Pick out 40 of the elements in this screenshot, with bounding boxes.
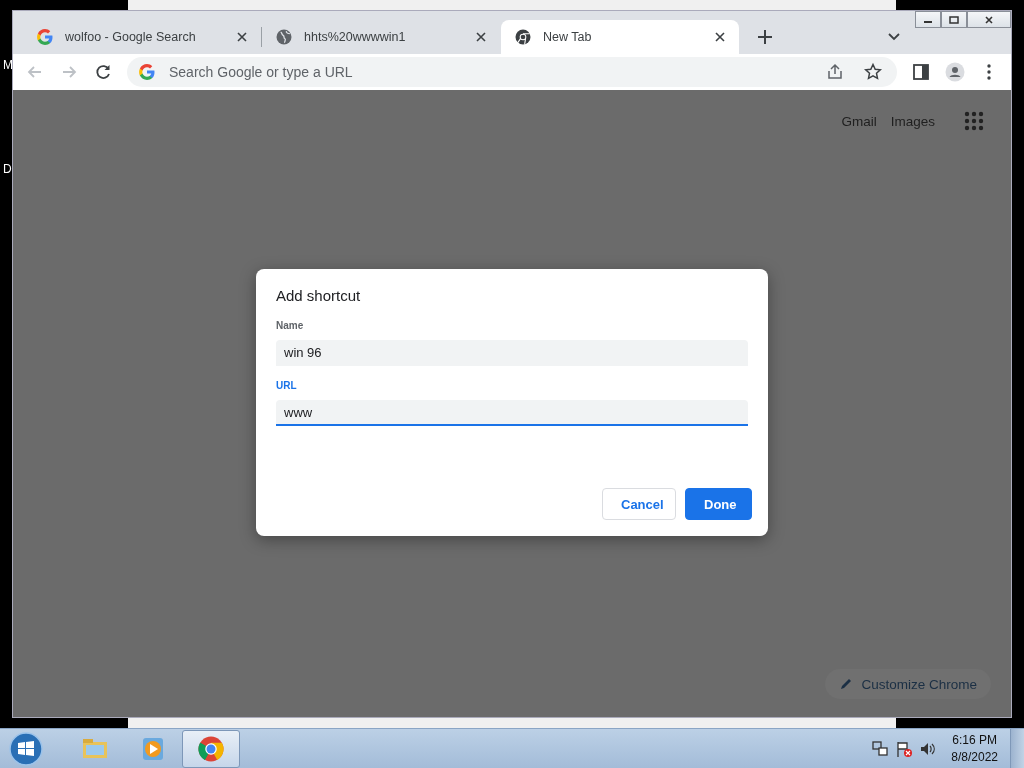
apps-grid-icon[interactable] (963, 110, 985, 132)
star-icon[interactable] (863, 62, 883, 82)
clock-date[interactable]: 8/8/2022 (951, 748, 998, 766)
profile-avatar-icon[interactable] (945, 62, 965, 82)
google-logo-icon (137, 62, 157, 82)
chevron-down-icon[interactable] (887, 32, 901, 42)
desktop-icon-label[interactable]: D (3, 162, 12, 176)
close-icon[interactable] (235, 30, 249, 44)
address-bar[interactable]: Search Google or type a URL (127, 57, 897, 87)
start-button[interactable] (8, 730, 44, 767)
side-panel-icon[interactable] (911, 62, 931, 82)
reload-icon[interactable] (93, 62, 113, 82)
browser-tab[interactable]: New Tab (501, 20, 739, 54)
globe-icon (274, 27, 294, 47)
clock-time[interactable]: 6:16 PM (952, 731, 997, 749)
input-field[interactable]: www (276, 400, 748, 426)
pencil-icon (839, 677, 854, 691)
field-label: Name (276, 320, 305, 331)
browser-tab[interactable]: wolfoo - Google Search (23, 20, 261, 54)
taskbar-button[interactable] (182, 729, 240, 768)
close-icon[interactable] (713, 30, 727, 44)
input-field[interactable]: win 96 (276, 340, 748, 366)
flag-icon[interactable] (895, 739, 914, 758)
field-label: URL (276, 380, 298, 391)
close-button[interactable] (967, 11, 1011, 28)
cancel-button[interactable]: Cancel (602, 488, 676, 520)
desktop-icon-label[interactable]: M (3, 58, 13, 72)
address-input[interactable]: Search Google or type a URL (167, 63, 811, 81)
share-icon[interactable] (825, 62, 845, 82)
minimize-button[interactable] (915, 11, 941, 28)
close-icon (984, 15, 994, 24)
dialog-title: Add shortcut (276, 287, 362, 304)
close-icon[interactable] (474, 30, 488, 44)
maximize-button[interactable] (941, 11, 967, 28)
browser-tab[interactable]: hhts%20wwwwin1 (262, 20, 500, 54)
chrome-logo-icon (513, 27, 533, 47)
google-logo-icon (35, 27, 55, 47)
network-icon[interactable] (871, 739, 890, 758)
restore-icon (949, 15, 959, 24)
done-button[interactable]: Done (685, 488, 752, 520)
